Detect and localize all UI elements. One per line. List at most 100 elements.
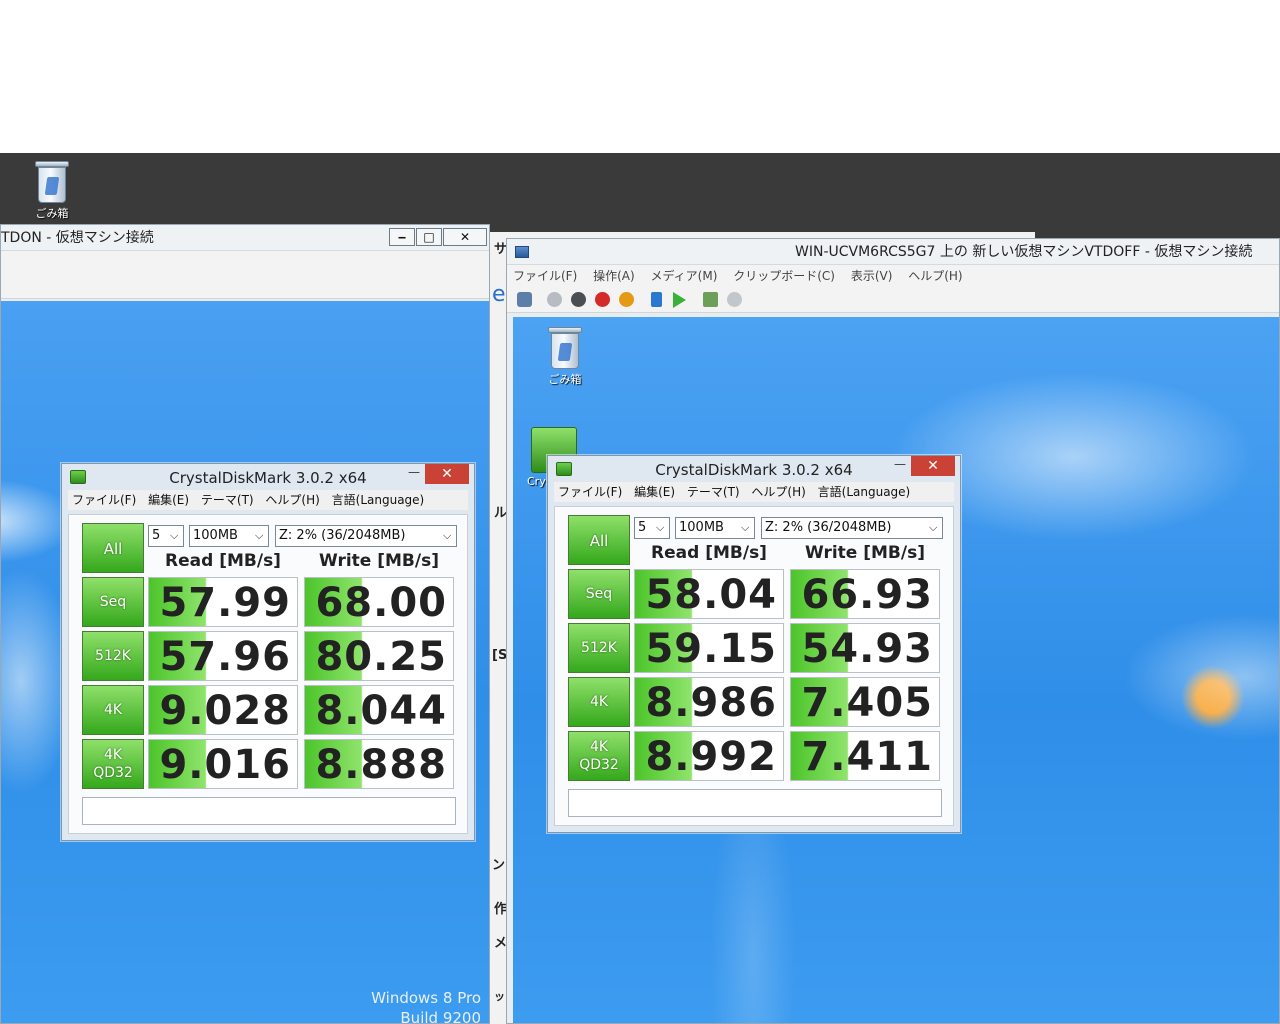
right-cdm-window: CrystalDiskMark 3.0.2 x64 — ✕ ファイル(F) 編集… bbox=[547, 455, 961, 833]
start-icon[interactable] bbox=[547, 292, 562, 307]
right-cdm-size-value: 100MB bbox=[679, 520, 724, 535]
left-cdm-menu-theme[interactable]: テーマ(T) bbox=[201, 493, 254, 507]
left-vm-window: TDON - 仮想マシン接続 ‒ □ ✕ Windows 8 Pro Build… bbox=[0, 224, 490, 1024]
right-cdm-all-button[interactable]: All bbox=[568, 515, 630, 565]
shutdown-icon[interactable] bbox=[595, 292, 610, 307]
left-cdm-titlebar[interactable]: CrystalDiskMark 3.0.2 x64 — ✕ bbox=[62, 464, 474, 490]
left-cdm-menu-file[interactable]: ファイル(F) bbox=[72, 493, 136, 507]
right-cdm-512k-read: 59.15 bbox=[634, 623, 784, 673]
checkpoint-icon[interactable] bbox=[703, 292, 718, 307]
recycle-bin-icon bbox=[548, 327, 582, 369]
left-cdm-512k-read: 57.96 bbox=[148, 631, 298, 681]
left-cdm-menu-language[interactable]: 言語(Language) bbox=[332, 493, 425, 507]
right-cdm-drive-select[interactable]: Z: 2% (36/2048MB) ⌵ bbox=[761, 517, 943, 539]
chevron-down-icon: ⌵ bbox=[170, 529, 179, 542]
ctrl-alt-del-icon[interactable] bbox=[517, 292, 532, 307]
left-cdm-drive-select[interactable]: Z: 2% (36/2048MB) ⌵ bbox=[275, 525, 457, 547]
left-cdm-title: CrystalDiskMark 3.0.2 x64 bbox=[169, 469, 367, 487]
right-cdm-menu-file[interactable]: ファイル(F) bbox=[558, 485, 622, 499]
left-cdm-size-value: 100MB bbox=[193, 528, 238, 543]
left-vm-minimize-button[interactable]: ‒ bbox=[389, 228, 415, 246]
right-cdm-4k-label: 4K bbox=[589, 694, 609, 710]
host-recycle-bin[interactable]: ごみ箱 bbox=[20, 161, 84, 221]
right-vm-titlebar[interactable]: WIN-UCVM6RCS5G7 上の 新しい仮想マシンVTDOFF - 仮想マシ… bbox=[507, 239, 1279, 265]
right-cdm-titlebar[interactable]: CrystalDiskMark 3.0.2 x64 — ✕ bbox=[548, 456, 960, 482]
left-vm-maximize-button[interactable]: □ bbox=[416, 228, 442, 246]
left-cdm-all-button[interactable]: All bbox=[82, 523, 144, 573]
pause-icon[interactable] bbox=[651, 292, 662, 307]
left-cdm-menu-edit[interactable]: 編集(E) bbox=[148, 493, 189, 507]
strip-char-5: ン bbox=[492, 858, 506, 873]
right-cdm-seq-read: 58.04 bbox=[634, 569, 784, 619]
right-cdm-menubar: ファイル(F) 編集(E) テーマ(T) ヘルプ(H) 言語(Language) bbox=[554, 482, 954, 502]
right-cdm-menu-help[interactable]: ヘルプ(H) bbox=[751, 485, 805, 499]
right-cdm-menu-edit[interactable]: 編集(E) bbox=[634, 485, 675, 499]
right-cdm-4k-button[interactable]: 4K bbox=[568, 677, 630, 727]
right-cdm-size-select[interactable]: 100MB ⌵ bbox=[675, 517, 755, 539]
chevron-down-icon: ⌵ bbox=[929, 521, 938, 534]
left-cdm-4kqd32-button[interactable]: 4K QD32 bbox=[82, 739, 144, 789]
left-vm-toolbar bbox=[1, 273, 489, 299]
right-vm-menu-clipboard[interactable]: クリップボード(C) bbox=[733, 269, 835, 283]
strip-char-8: ッ bbox=[494, 990, 505, 1003]
left-cdm-drive-value: Z: 2% (36/2048MB) bbox=[279, 528, 406, 543]
left-vm-titlebar[interactable]: TDON - 仮想マシン接続 ‒ □ ✕ bbox=[1, 225, 489, 251]
right-vm-menu-file[interactable]: ファイル(F) bbox=[513, 269, 577, 283]
right-cdm-4kqd32-label-2: QD32 bbox=[579, 757, 619, 773]
right-vm-menu-help[interactable]: ヘルプ(H) bbox=[908, 269, 962, 283]
left-cdm-menu-help[interactable]: ヘルプ(H) bbox=[265, 493, 319, 507]
right-cdm-4kqd32-button[interactable]: 4K QD32 bbox=[568, 731, 630, 781]
right-cdm-512k-write: 54.93 bbox=[790, 623, 940, 673]
right-vm-menu-view[interactable]: 表示(V) bbox=[851, 269, 893, 283]
right-cdm-seq-label: Seq bbox=[585, 586, 613, 602]
host-recycle-bin-label: ごみ箱 bbox=[35, 207, 69, 220]
left-cdm-count-select[interactable]: 5 ⌵ bbox=[148, 525, 184, 547]
left-cdm-minimize-button[interactable]: — bbox=[405, 466, 423, 479]
left-cdm-512k-button[interactable]: 512K bbox=[82, 631, 144, 681]
chevron-down-icon: ⌵ bbox=[255, 529, 264, 542]
recycle-bin-icon bbox=[35, 161, 69, 203]
right-cdm-512k-button[interactable]: 512K bbox=[568, 623, 630, 673]
right-cdm-write-header: Write [MB/s] bbox=[805, 543, 925, 563]
left-cdm-close-button[interactable]: ✕ bbox=[425, 464, 469, 484]
save-state-icon[interactable] bbox=[619, 292, 634, 307]
right-vm-menu-action[interactable]: 操作(A) bbox=[593, 269, 635, 283]
right-vm-recycle-bin[interactable]: ごみ箱 bbox=[533, 327, 597, 387]
left-cdm-count-value: 5 bbox=[152, 528, 161, 543]
right-cdm-seq-button[interactable]: Seq bbox=[568, 569, 630, 619]
left-cdm-4kqd32-read: 9.016 bbox=[148, 739, 298, 789]
right-vm-menu-media[interactable]: メディア(M) bbox=[651, 269, 718, 283]
turn-off-icon[interactable] bbox=[571, 292, 586, 307]
crystaldiskmark-app-icon bbox=[70, 470, 86, 484]
revert-icon[interactable] bbox=[727, 292, 742, 307]
right-cdm-count-select[interactable]: 5 ⌵ bbox=[634, 517, 670, 539]
right-cdm-drive-value: Z: 2% (36/2048MB) bbox=[765, 520, 892, 535]
right-cdm-count-value: 5 bbox=[638, 520, 647, 535]
left-cdm-seq-button[interactable]: Seq bbox=[82, 577, 144, 627]
right-cdm-seq-write: 66.93 bbox=[790, 569, 940, 619]
right-vm-menubar: ファイル(F) 操作(A) メディア(M) クリップボード(C) 表示(V) ヘ… bbox=[507, 265, 1279, 287]
right-cdm-4k-read: 8.986 bbox=[634, 677, 784, 727]
crystaldiskmark-app-icon bbox=[556, 462, 572, 476]
strip-char-2: e bbox=[492, 282, 506, 307]
right-vm-recycle-bin-label: ごみ箱 bbox=[548, 373, 582, 386]
reset-icon[interactable] bbox=[673, 292, 686, 308]
right-cdm-minimize-button[interactable]: — bbox=[891, 458, 909, 471]
left-cdm-512k-write: 80.25 bbox=[304, 631, 454, 681]
left-cdm-4kqd32-label-1: 4K bbox=[103, 747, 123, 763]
left-cdm-4k-write: 8.044 bbox=[304, 685, 454, 735]
right-cdm-512k-label: 512K bbox=[581, 640, 617, 656]
left-cdm-seq-read: 57.99 bbox=[148, 577, 298, 627]
left-cdm-4k-button[interactable]: 4K bbox=[82, 685, 144, 735]
left-cdm-seq-label: Seq bbox=[99, 594, 127, 610]
chevron-down-icon: ⌵ bbox=[656, 521, 665, 534]
right-cdm-menu-language[interactable]: 言語(Language) bbox=[818, 485, 911, 499]
right-cdm-menu-theme[interactable]: テーマ(T) bbox=[687, 485, 740, 499]
left-cdm-seq-write: 68.00 bbox=[304, 577, 454, 627]
right-cdm-read-header: Read [MB/s] bbox=[651, 543, 767, 563]
right-cdm-close-button[interactable]: ✕ bbox=[911, 456, 955, 476]
left-vm-close-button[interactable]: ✕ bbox=[443, 228, 487, 246]
right-vm-toolbar bbox=[507, 287, 1279, 313]
left-cdm-size-select[interactable]: 100MB ⌵ bbox=[189, 525, 269, 547]
chevron-down-icon: ⌵ bbox=[443, 529, 452, 542]
